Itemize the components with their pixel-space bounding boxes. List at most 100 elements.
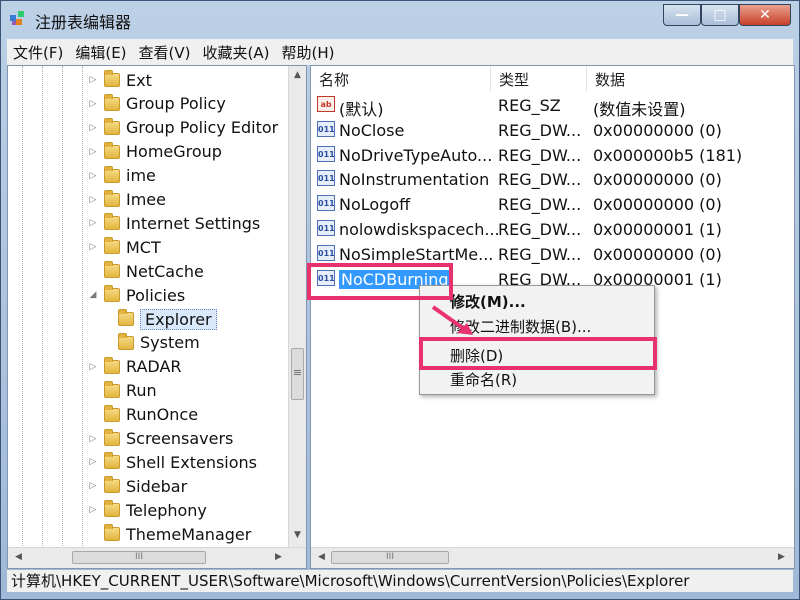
tree-node[interactable]: ▷ HomeGroup [88, 141, 222, 163]
binary-value-icon: 011 [317, 145, 335, 162]
expander-icon[interactable]: ◢ [88, 290, 98, 300]
folder-icon [104, 70, 120, 87]
menu-help[interactable]: 帮助(H) [275, 42, 340, 63]
tree-node[interactable]: ▷ ime [88, 165, 156, 187]
values-hscroll-thumb[interactable]: III [331, 551, 449, 564]
registry-value-row[interactable]: 011 NoClose REG_DW... 0x00000000 (0) [311, 119, 781, 142]
expander-icon[interactable]: ▷ [88, 218, 98, 228]
expander-icon[interactable]: ▷ [88, 75, 98, 85]
registry-editor-window: 注册表编辑器 — □ ✕ 文件(F) 编辑(E) 查看(V) 收藏夹(A) 帮助… [0, 0, 800, 600]
scroll-down-arrow-icon[interactable]: ▼ [289, 530, 306, 540]
tree-node-label: Policies [126, 285, 186, 305]
close-button[interactable]: ✕ [739, 4, 791, 26]
folder-icon [104, 500, 120, 518]
tree-node[interactable]: RunOnce [88, 404, 198, 426]
maximize-button[interactable]: □ [701, 4, 739, 26]
tree-horizontal-scrollbar[interactable]: ◀ III ▶ [8, 547, 306, 568]
expander-icon[interactable]: ▷ [88, 171, 98, 181]
minimize-button[interactable]: — [663, 4, 701, 26]
grip-icon: III [386, 552, 394, 562]
expander-icon[interactable]: ▷ [88, 481, 98, 491]
tree-node-label: Group Policy [126, 94, 226, 114]
folder-icon [104, 141, 120, 159]
tree-guide-line [62, 66, 63, 548]
value-type: REG_DW... [498, 170, 582, 190]
tree-node[interactable]: ▷ MCT [88, 236, 161, 258]
tree-scroll-thumb[interactable]: ≡ [291, 348, 304, 400]
string-value-icon: ab [317, 96, 335, 112]
folder-icon [104, 213, 120, 231]
tree-node[interactable]: ▷ RADAR [88, 356, 182, 378]
scroll-left-arrow-icon[interactable]: ◀ [10, 552, 27, 562]
folder-icon [104, 428, 120, 446]
value-name: NoClose [339, 120, 405, 140]
expander-icon[interactable]: ▷ [88, 362, 98, 372]
folder-icon [104, 189, 120, 207]
expander-icon[interactable]: ▷ [88, 147, 98, 157]
tree-node[interactable]: ▷ Shell Extensions [88, 451, 257, 473]
title-bar[interactable]: 注册表编辑器 — □ ✕ [1, 1, 799, 35]
tree-node-label: MCT [126, 237, 161, 257]
registry-value-row[interactable]: 011 NoLogoff REG_DW... 0x00000000 (0) [311, 193, 781, 216]
tree-node-label: Screensavers [126, 429, 234, 448]
tree-vertical-scrollbar[interactable]: ▲ ≡ ▼ [288, 66, 306, 550]
column-header-type[interactable]: 类型 [491, 66, 587, 92]
registry-value-row[interactable]: 011 NoDriveTypeAuto... REG_DW... 0x000000b5… [311, 144, 781, 167]
menu-view[interactable]: 查看(V) [133, 42, 197, 63]
window-title: 注册表编辑器 [35, 13, 132, 32]
tree-node-label: Telephony [126, 500, 207, 520]
tree-node-label: System [140, 333, 200, 353]
folder-icon [104, 356, 120, 374]
scroll-up-arrow-icon[interactable]: ▲ [289, 70, 306, 80]
folder-icon [104, 476, 120, 494]
folder-icon [104, 524, 120, 542]
value-data: 0x00000001 (1) [593, 220, 722, 239]
registry-value-row[interactable]: ab (默认) REG_SZ (数值未设置) [311, 94, 781, 119]
tree-node[interactable]: ▷ Telephony [88, 499, 207, 521]
values-horizontal-scrollbar[interactable]: ◀ III ▶ [311, 547, 794, 568]
window-controls: — □ ✕ [663, 4, 791, 28]
tree-node[interactable]: ▷ Ext [88, 69, 152, 91]
expander-icon[interactable]: ▷ [88, 242, 98, 252]
registry-value-row[interactable]: 011 NoInstrumentation REG_DW... 0x00000000 … [311, 168, 781, 191]
tree-node-label: Internet Settings [126, 213, 261, 233]
expander-icon[interactable]: ▷ [88, 99, 98, 109]
expander-icon[interactable]: ▷ [88, 457, 98, 467]
scroll-right-arrow-icon[interactable]: ▶ [270, 552, 287, 562]
expander-icon[interactable]: ▷ [88, 505, 98, 515]
menu-file[interactable]: 文件(F) [7, 42, 69, 63]
registry-value-row[interactable]: 011 nolowdiskspacech... REG_DW... 0x0000000… [311, 218, 781, 241]
highlight-box-delete [419, 337, 657, 370]
column-header-name[interactable]: 名称 [311, 66, 491, 92]
tree-node[interactable]: NetCache [88, 260, 204, 282]
expander-icon[interactable]: ▷ [88, 123, 98, 133]
tree-node-label: HomeGroup [126, 142, 222, 162]
tree-node-label: Explorer [140, 308, 217, 330]
tree-node[interactable]: Run [88, 380, 157, 402]
tree-hscroll-thumb[interactable]: III [72, 551, 206, 564]
grip-icon: ≡ [292, 366, 303, 379]
value-name: NoSimpleStartMe... [339, 244, 494, 264]
tree-node[interactable]: System [118, 332, 200, 354]
tree-node[interactable]: ▷ Sidebar [88, 475, 187, 497]
value-data: (数值未设置) [593, 100, 686, 119]
column-header-data[interactable]: 数据 [587, 66, 794, 92]
tree-node[interactable]: Explorer [118, 308, 217, 330]
tree-node[interactable]: ▷ Imee [88, 189, 166, 211]
tree-node[interactable]: ThemeManager [88, 523, 251, 545]
scroll-left-arrow-icon[interactable]: ◀ [313, 552, 330, 562]
expander-icon[interactable]: ▷ [88, 434, 98, 444]
tree-node[interactable]: ▷ Screensavers [88, 428, 233, 450]
scroll-right-arrow-icon[interactable]: ▶ [773, 552, 790, 562]
context-menu-rename[interactable]: 重命名(R) [450, 369, 517, 390]
folder-icon [104, 261, 120, 279]
tree-node[interactable]: ▷ Group Policy [88, 93, 226, 115]
tree-node[interactable]: ▷ Internet Settings [88, 212, 260, 234]
tree-node[interactable]: ▷ Group Policy Editor [88, 117, 278, 139]
menu-favorites[interactable]: 收藏夹(A) [197, 42, 276, 63]
value-name: nolowdiskspacech... [339, 220, 500, 239]
expander-icon[interactable]: ▷ [88, 195, 98, 205]
key-tree-pane[interactable]: ▷ Ext ▷ Group Policy ▷ Group Policy Editor ▷ Ho… [7, 65, 307, 569]
tree-node[interactable]: ◢ Policies [88, 284, 185, 306]
menu-edit[interactable]: 编辑(E) [69, 42, 132, 63]
